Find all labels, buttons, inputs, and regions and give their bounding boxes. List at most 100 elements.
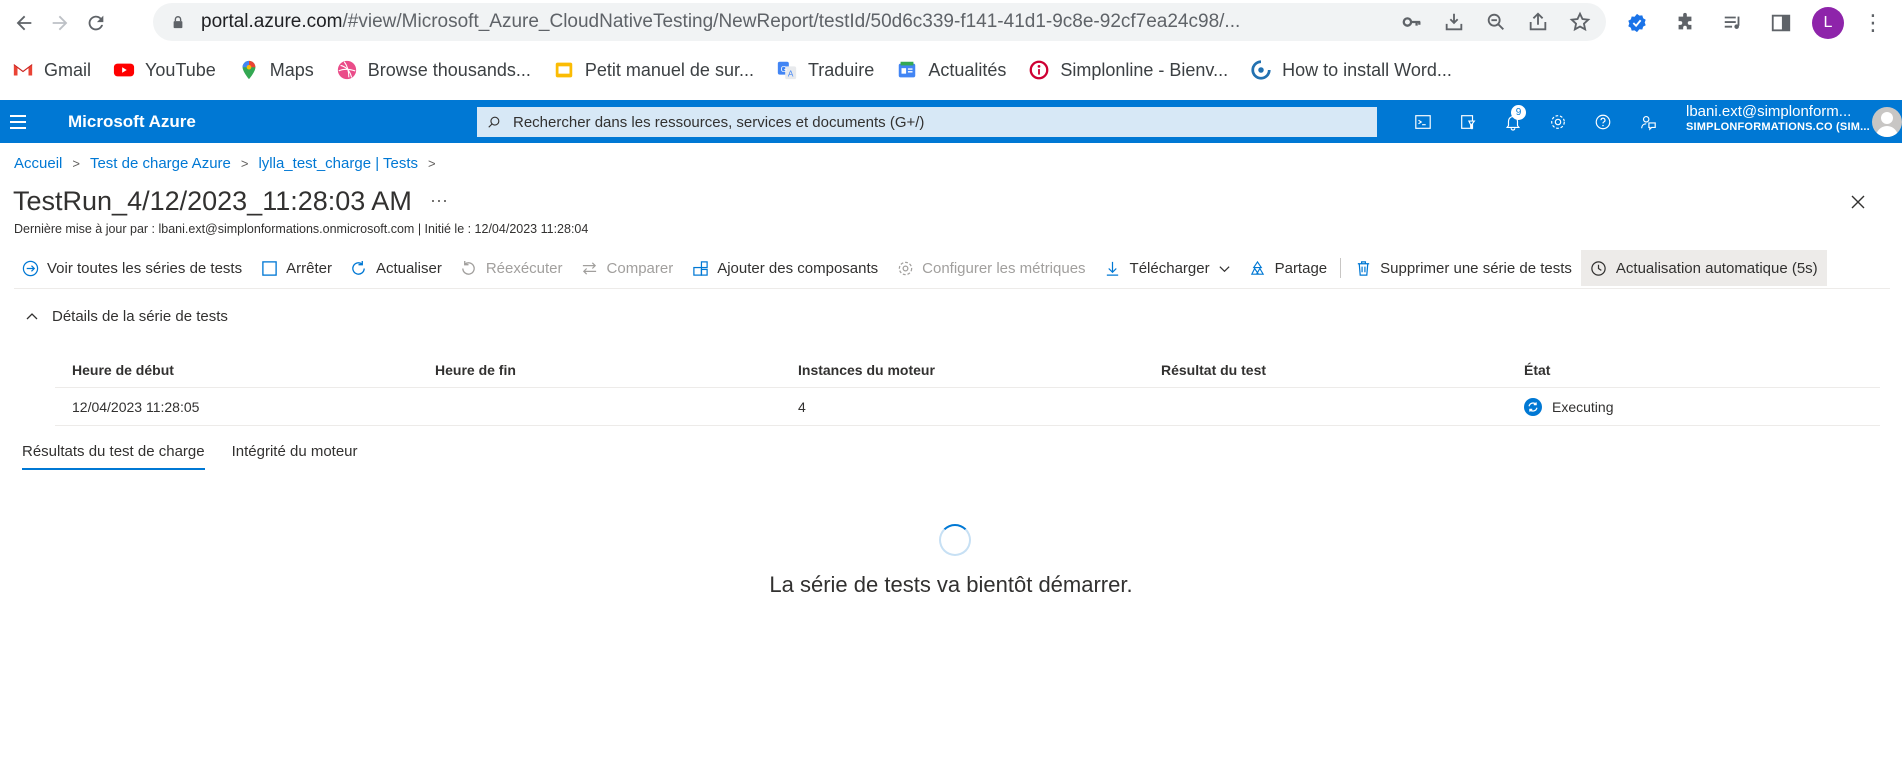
url-text[interactable]: portal.azure.com/#view/Microsoft_Azure_C…: [201, 11, 1391, 33]
profile-avatar[interactable]: L: [1812, 6, 1844, 39]
news-icon: [896, 59, 918, 81]
arrow-circle-icon: [21, 259, 39, 277]
command-divider: [1340, 258, 1342, 278]
rerun-button[interactable]: Réexécuter: [451, 250, 572, 286]
executing-icon: [1524, 397, 1542, 416]
back-icon[interactable]: [6, 5, 42, 41]
lock-icon[interactable]: [171, 14, 187, 30]
key-icon[interactable]: [1400, 10, 1424, 34]
start-time-cell: 12/04/2023 11:28:05: [72, 398, 200, 415]
notification-count: 9: [1511, 105, 1526, 120]
compare-arrows-icon: [581, 259, 599, 277]
details-table: Heure de début Heure de fin Instances du…: [55, 352, 1880, 426]
chrome-menu-icon[interactable]: ⋮: [1858, 10, 1888, 36]
share-button[interactable]: Partage: [1240, 250, 1337, 286]
share-recycle-icon: [1249, 259, 1267, 277]
chevron-right-icon: >: [240, 156, 249, 171]
bookmark-maps[interactable]: Maps: [238, 59, 314, 81]
refresh-button[interactable]: Actualiser: [341, 250, 451, 286]
tab-load-test-results[interactable]: Résultats du test de charge: [22, 443, 205, 470]
puzzle-icon[interactable]: [1668, 6, 1702, 40]
install-app-icon[interactable]: [1442, 10, 1466, 34]
bookmark-dribbble[interactable]: Browse thousands...: [336, 59, 531, 81]
bookmarks-bar: Gmail YouTube Maps Browse thousands... P…: [0, 52, 1902, 88]
svg-text:A: A: [788, 69, 794, 78]
column-header: Résultat du test: [1161, 361, 1267, 378]
address-bar[interactable]: portal.azure.com/#view/Microsoft_Azure_C…: [153, 3, 1606, 41]
translate-icon: GA: [776, 59, 798, 81]
chevron-right-icon: >: [72, 156, 80, 171]
configure-metrics-button[interactable]: Configurer les métriques: [887, 250, 1094, 286]
column-header: État: [1524, 361, 1551, 378]
bookmark-wordpress[interactable]: How to install Word...: [1250, 59, 1452, 81]
account-avatar[interactable]: [1872, 107, 1902, 137]
delete-run-button[interactable]: Supprimer une série de tests: [1345, 250, 1581, 286]
breadcrumb-tests[interactable]: lylla_test_charge | Tests: [258, 155, 418, 172]
account-menu[interactable]: lbani.ext@simplonform... SIMPLONFORMATIO…: [1686, 103, 1886, 133]
breadcrumb-load-testing[interactable]: Test de charge Azure: [90, 155, 231, 172]
forward-icon[interactable]: [42, 5, 78, 41]
details-section-toggle[interactable]: Détails de la série de tests: [24, 308, 228, 325]
status-cell: Executing: [1507, 397, 1880, 416]
loading-spinner: [939, 524, 971, 556]
download-icon: [1104, 259, 1122, 277]
breadcrumb: Accueil > Test de charge Azure > lylla_t…: [14, 155, 436, 172]
rerun-icon: [460, 259, 478, 277]
extension-check-icon[interactable]: [1620, 6, 1654, 40]
cloud-shell-icon[interactable]: [1400, 100, 1445, 143]
gear-icon: [896, 259, 914, 277]
close-icon[interactable]: [1848, 192, 1870, 214]
tab-engine-health[interactable]: Intégrité du moteur: [232, 443, 358, 470]
azure-header: Microsoft Azure 9 lbani.ext@simplonform.…: [0, 100, 1902, 143]
zoom-icon[interactable]: [1484, 10, 1508, 34]
bookmark-simplonline[interactable]: Simplonline - Bienv...: [1028, 59, 1228, 81]
status-text: Executing: [1552, 398, 1614, 415]
add-components-button[interactable]: Ajouter des composants: [682, 250, 887, 286]
page-title: TestRun_4/12/2023_11:28:03 AM: [13, 186, 412, 216]
trash-icon: [1354, 259, 1372, 277]
column-header: Heure de début: [72, 361, 174, 378]
download-button[interactable]: Télécharger: [1095, 250, 1240, 286]
global-search[interactable]: [477, 107, 1377, 137]
engine-instances-cell: 4: [798, 398, 806, 415]
stop-icon: [260, 259, 278, 277]
account-tenant: SIMPLONFORMATIONS.CO (SIM...: [1686, 120, 1870, 133]
youtube-icon: [113, 59, 135, 81]
chevron-up-icon: [24, 309, 40, 325]
media-icon[interactable]: [1716, 6, 1750, 40]
gmail-icon: [12, 59, 34, 81]
side-panel-icon[interactable]: [1764, 6, 1798, 40]
breadcrumb-home[interactable]: Accueil: [14, 155, 62, 172]
bookmark-petit-manuel[interactable]: Petit manuel de sur...: [553, 59, 754, 81]
browser-toolbar: portal.azure.com/#view/Microsoft_Azure_C…: [0, 0, 1902, 45]
stop-button[interactable]: Arrêter: [251, 250, 341, 286]
bookmark-youtube[interactable]: YouTube: [113, 59, 216, 81]
azure-brand[interactable]: Microsoft Azure: [68, 112, 196, 132]
bookmark-star-icon[interactable]: [1568, 10, 1592, 34]
clock-icon: [1590, 259, 1608, 277]
compare-button[interactable]: Comparer: [572, 250, 683, 286]
view-all-runs-button[interactable]: Voir toutes les séries de tests: [12, 250, 251, 286]
portal-menu-icon[interactable]: [10, 114, 46, 129]
svg-text:G: G: [781, 65, 787, 74]
bookmark-traduire[interactable]: GA Traduire: [776, 59, 874, 81]
settings-gear-icon[interactable]: [1535, 100, 1580, 143]
feedback-icon[interactable]: [1625, 100, 1670, 143]
loading-message: La série de tests va bientôt démarrer.: [769, 572, 1133, 597]
search-input[interactable]: [513, 113, 1363, 131]
share-icon[interactable]: [1526, 10, 1550, 34]
simplon-icon: [1028, 59, 1050, 81]
help-icon[interactable]: [1580, 100, 1625, 143]
reload-icon[interactable]: [78, 5, 114, 41]
column-header: Instances du moteur: [798, 361, 935, 378]
notifications-icon[interactable]: 9: [1490, 100, 1535, 143]
more-actions-icon[interactable]: ···: [430, 190, 448, 211]
command-bar-divider: [14, 288, 1890, 289]
page-subtitle: Dernière mise à jour par : lbani.ext@sim…: [14, 222, 589, 236]
wordpress-icon: [1250, 59, 1272, 81]
column-header: Heure de fin: [435, 361, 516, 378]
bookmark-gmail[interactable]: Gmail: [12, 59, 91, 81]
bookmark-actualites[interactable]: Actualités: [896, 59, 1006, 81]
auto-refresh-button[interactable]: Actualisation automatique (5s): [1580, 250, 1827, 286]
directory-filter-icon[interactable]: [1445, 100, 1490, 143]
